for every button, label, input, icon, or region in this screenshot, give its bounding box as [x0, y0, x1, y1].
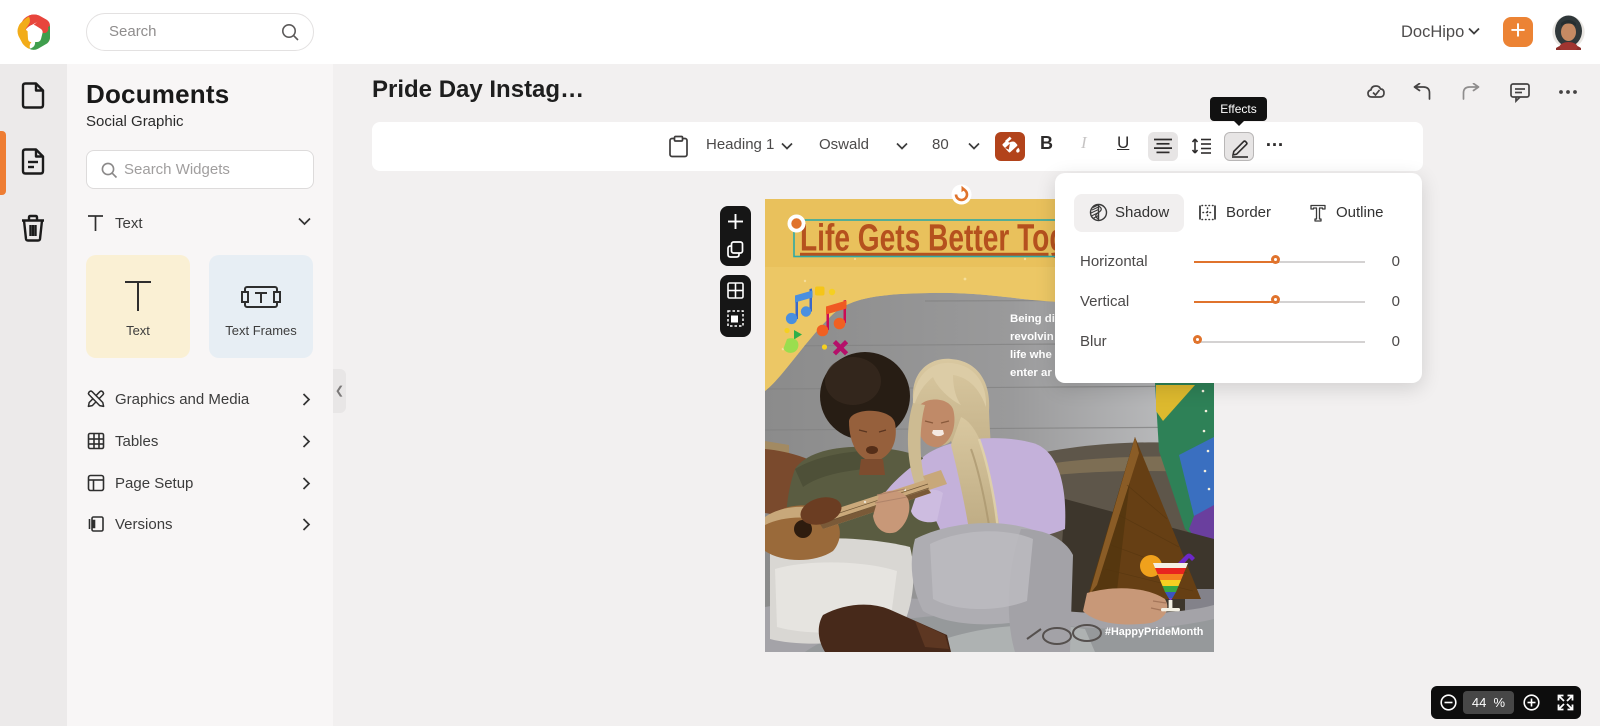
svg-text:Life Gets Better Toge: Life Gets Better Toge: [800, 218, 1082, 260]
svg-text:life whe: life whe: [1010, 349, 1052, 361]
svg-text:Being di: Being di: [1010, 313, 1055, 325]
svg-text:#HappyPrideMonth: #HappyPrideMonth: [1105, 626, 1203, 638]
svg-text:enter ar: enter ar: [1010, 367, 1052, 379]
svg-text:revolvin: revolvin: [1010, 331, 1054, 343]
